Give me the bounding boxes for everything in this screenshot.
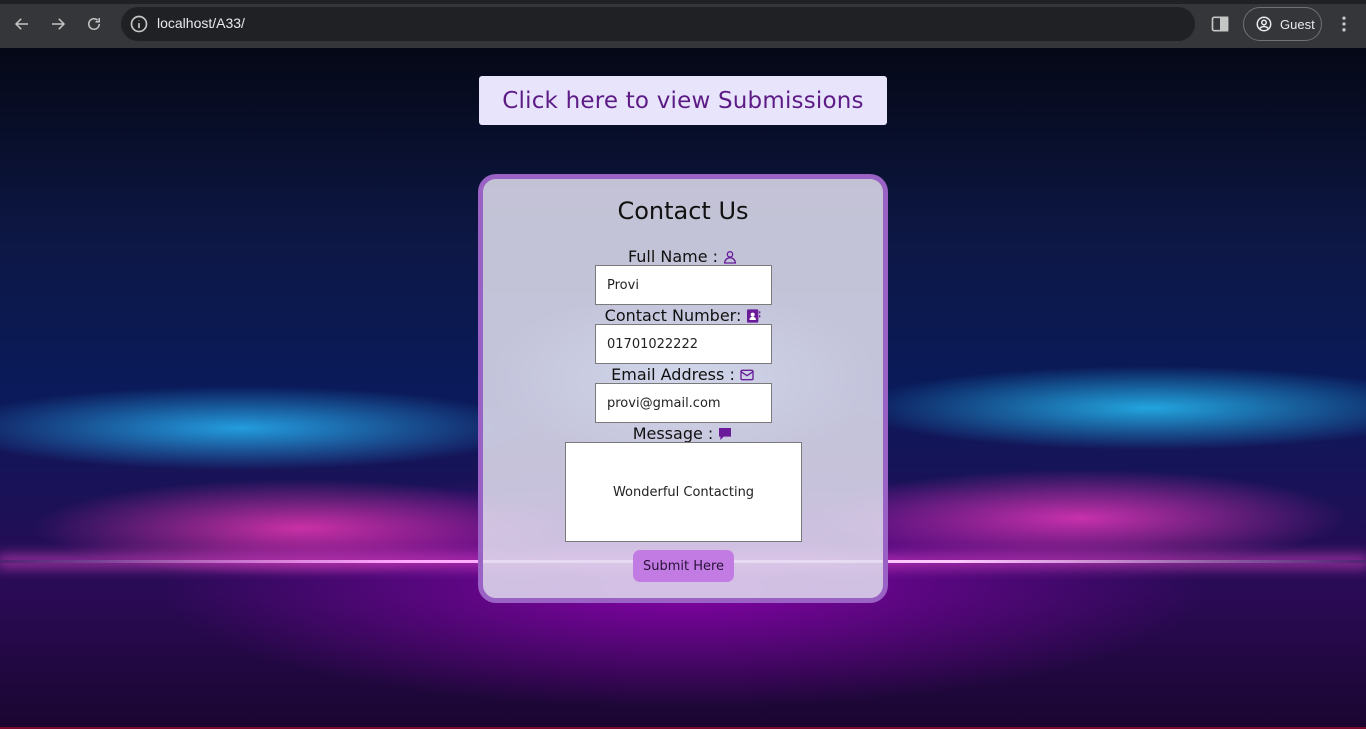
arrow-right-icon <box>52 18 66 30</box>
url-text[interactable]: localhost/A33/ <box>157 15 245 31</box>
side-panel-icon[interactable] <box>1210 14 1230 34</box>
address-bar[interactable]: localhost/A33/ <box>121 7 1195 41</box>
full-name-label-row: Full Name : <box>483 247 883 266</box>
forward-button[interactable] <box>44 10 72 38</box>
arrow-left-icon <box>14 18 28 30</box>
user-icon <box>724 250 737 264</box>
email-label-row: Email Address : <box>483 365 883 384</box>
full-name-input[interactable] <box>595 265 772 305</box>
full-name-label: Full Name : <box>627 247 719 266</box>
page-content: Click here to view Submissions Contact U… <box>0 48 1366 729</box>
message-label-row: Message : <box>483 424 883 443</box>
comment-icon <box>719 427 732 440</box>
profile-label: Guest <box>1280 16 1315 32</box>
contact-form: Contact Us Full Name : Contact Number: E… <box>478 174 888 603</box>
browser-toolbar: localhost/A33/ Guest <box>0 0 1366 48</box>
view-submissions-button[interactable]: Click here to view Submissions <box>479 76 887 125</box>
envelope-icon <box>740 369 754 380</box>
site-info-icon[interactable] <box>129 14 149 34</box>
reload-icon <box>88 18 100 30</box>
email-input[interactable] <box>595 383 772 423</box>
form-title: Contact Us <box>617 197 749 225</box>
tab-strip <box>0 0 1366 4</box>
reload-button[interactable] <box>80 10 108 38</box>
profile-icon <box>1256 16 1272 32</box>
contact-label-row: Contact Number: <box>483 306 883 325</box>
contact-card-icon <box>747 308 761 323</box>
profile-button[interactable]: Guest <box>1243 7 1322 41</box>
message-textarea[interactable]: Wonderful Contacting <box>565 442 802 542</box>
email-label: Email Address : <box>611 365 735 384</box>
back-button[interactable] <box>8 10 36 38</box>
contact-number-label: Contact Number: <box>604 306 742 325</box>
message-label: Message : <box>632 424 714 443</box>
more-menu-icon[interactable] <box>1334 13 1354 35</box>
contact-number-input[interactable] <box>595 324 772 364</box>
submit-button[interactable]: Submit Here <box>633 550 734 582</box>
